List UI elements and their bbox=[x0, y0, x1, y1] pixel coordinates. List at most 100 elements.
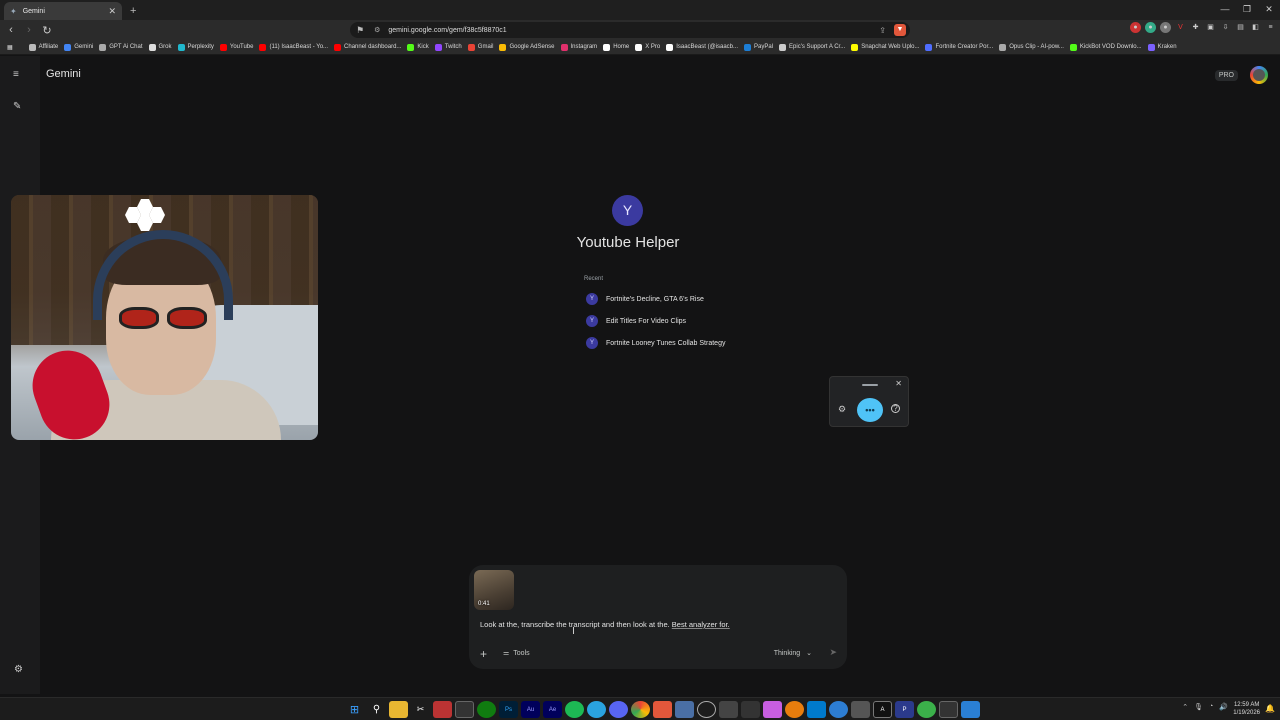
model-mode-dropdown[interactable]: Thinking ⌄ bbox=[774, 649, 812, 657]
bookmark-item[interactable]: (11) IsaacBeast - Yo... bbox=[256, 43, 331, 51]
bookmark-item[interactable]: Twitch bbox=[432, 43, 465, 51]
wallet-icon[interactable]: ▤ bbox=[1235, 22, 1246, 33]
bookmark-item[interactable]: Kraken bbox=[1145, 43, 1180, 51]
apps-icon[interactable]: ▦ bbox=[4, 44, 16, 51]
app-icon[interactable] bbox=[763, 701, 782, 718]
prompt-input[interactable]: Look at the, transcribe the transcript a… bbox=[480, 620, 730, 629]
bookmark-item[interactable]: Snapchat Web Uplo... bbox=[848, 43, 922, 51]
bookmark-item[interactable]: Gmail bbox=[465, 43, 497, 51]
photoshop-icon[interactable]: Ps bbox=[499, 701, 518, 718]
microphone-icon[interactable]: 🎙 bbox=[1194, 703, 1203, 711]
vpn-icon[interactable]: V bbox=[1175, 22, 1186, 33]
bookmark-item[interactable]: PayPal bbox=[741, 43, 776, 51]
app-icon[interactable] bbox=[719, 701, 738, 718]
reload-icon[interactable]: ↻ bbox=[40, 24, 54, 37]
video-attachment-thumbnail[interactable]: 0:41 bbox=[474, 570, 514, 610]
address-bar[interactable]: ⚑ ⚙ gemini.google.com/gem/f38c5f8870c1 ⇪… bbox=[350, 22, 910, 38]
bookmark-item[interactable]: Channel dashboard... bbox=[331, 43, 404, 51]
bookmark-item[interactable]: Fortnite Creator Por... bbox=[922, 43, 996, 51]
bookmark-item[interactable]: Perplexity bbox=[175, 43, 217, 51]
xbox-icon[interactable] bbox=[477, 701, 496, 718]
brave-shields-icon[interactable]: ▼ bbox=[894, 24, 906, 36]
app-icon[interactable] bbox=[851, 701, 870, 718]
bookmark-item[interactable]: Epic's Support A Cr... bbox=[776, 43, 848, 51]
app-brand[interactable]: Gemini bbox=[46, 68, 81, 80]
new-chat-icon[interactable]: ✎ bbox=[13, 101, 21, 112]
send-icon[interactable]: ➤ bbox=[829, 647, 837, 658]
file-explorer-icon[interactable] bbox=[389, 701, 408, 718]
brave-icon[interactable] bbox=[653, 701, 672, 718]
bookmark-item[interactable]: KickBot VOD Downlo... bbox=[1067, 43, 1145, 51]
spotify-icon[interactable] bbox=[565, 701, 584, 718]
close-icon[interactable]: ✕ bbox=[895, 379, 902, 388]
recent-chat-item[interactable]: Y Edit Titles For Video Clips bbox=[586, 315, 686, 327]
download-icon[interactable]: ⇩ bbox=[1220, 22, 1231, 33]
panel-icon[interactable]: ◧ bbox=[1250, 22, 1261, 33]
bookmark-item[interactable]: IsaacBeast (@isaacb... bbox=[663, 43, 741, 51]
app-icon[interactable] bbox=[961, 701, 980, 718]
bookmark-item[interactable]: Affiliate bbox=[26, 43, 62, 51]
bookmark-icon[interactable]: ⚑ bbox=[356, 25, 364, 36]
extension-icon[interactable]: ● bbox=[1145, 22, 1156, 33]
bookmark-item[interactable]: GPT Ai Chat bbox=[96, 43, 145, 51]
minimize-icon[interactable]: — bbox=[1214, 0, 1236, 18]
blender-icon[interactable] bbox=[785, 701, 804, 718]
help-icon[interactable]: ? bbox=[891, 404, 900, 413]
drag-handle[interactable] bbox=[862, 384, 878, 386]
voice-listening-button[interactable]: ••• bbox=[857, 398, 883, 422]
bookmark-item[interactable]: Kick bbox=[404, 43, 431, 51]
vscode-icon[interactable] bbox=[807, 701, 826, 718]
app-icon[interactable] bbox=[697, 701, 716, 718]
new-tab-icon[interactable]: + bbox=[130, 5, 136, 17]
system-clock[interactable]: 12:59 AM 1/19/2026 bbox=[1233, 701, 1260, 717]
recent-chat-item[interactable]: Y Fortnite Looney Tunes Collab Strategy bbox=[586, 337, 725, 349]
bookmark-item[interactable]: Opus Clip - AI-pow... bbox=[996, 43, 1067, 51]
chevron-up-icon[interactable]: ⌃ bbox=[1182, 703, 1188, 711]
discord-icon[interactable] bbox=[609, 701, 628, 718]
telegram-icon[interactable] bbox=[587, 701, 606, 718]
extension-icon[interactable]: ● bbox=[1160, 22, 1171, 33]
app-icon[interactable] bbox=[675, 701, 694, 718]
menu-icon[interactable]: ≡ bbox=[1265, 22, 1276, 33]
share-icon[interactable]: ⇪ bbox=[879, 26, 886, 35]
extension-icon[interactable]: ● bbox=[1130, 22, 1141, 33]
wifi-icon[interactable]: ◔ bbox=[1209, 703, 1213, 711]
bookmark-item[interactable]: Instagram bbox=[558, 43, 601, 51]
tools-button[interactable]: ⚌ Tools bbox=[503, 649, 530, 658]
browser-tab-gemini[interactable]: ✦ Gemini ✕ bbox=[4, 2, 122, 20]
bookmark-item[interactable]: Home bbox=[600, 43, 632, 51]
restore-icon[interactable]: ❐ bbox=[1236, 0, 1258, 18]
app-icon[interactable] bbox=[455, 701, 474, 718]
app-icon[interactable] bbox=[741, 701, 760, 718]
app-icon[interactable] bbox=[939, 701, 958, 718]
app-icon[interactable]: P bbox=[895, 701, 914, 718]
app-icon[interactable]: A bbox=[873, 701, 892, 718]
after-effects-icon[interactable]: Ae bbox=[543, 701, 562, 718]
sidebar-toggle-icon[interactable]: ▣ bbox=[1205, 22, 1216, 33]
forward-icon[interactable]: › bbox=[22, 24, 36, 36]
app-icon[interactable] bbox=[917, 701, 936, 718]
close-tab-icon[interactable]: ✕ bbox=[108, 6, 116, 17]
search-icon[interactable]: ⚲ bbox=[367, 701, 386, 718]
site-info-icon[interactable]: ⚙ bbox=[374, 26, 380, 34]
puzzle-icon[interactable]: ✚ bbox=[1190, 22, 1201, 33]
bookmark-item[interactable]: Grok bbox=[146, 43, 175, 51]
audition-icon[interactable]: Au bbox=[521, 701, 540, 718]
hamburger-menu-icon[interactable]: ≡ bbox=[13, 69, 19, 80]
app-icon[interactable] bbox=[829, 701, 848, 718]
windows-start-icon[interactable]: ⊞ bbox=[345, 701, 364, 718]
back-icon[interactable]: ‹ bbox=[4, 24, 18, 36]
account-avatar[interactable] bbox=[1250, 66, 1268, 84]
volume-icon[interactable]: 🔊 bbox=[1219, 703, 1228, 711]
notification-bell-icon[interactable]: 🔔 bbox=[1265, 704, 1275, 713]
settings-gear-icon[interactable]: ⚙ bbox=[14, 664, 23, 675]
chrome-icon[interactable] bbox=[631, 701, 650, 718]
gear-icon[interactable]: ⚙ bbox=[838, 404, 846, 415]
recent-chat-item[interactable]: Y Fortnite's Decline, GTA 6's Rise bbox=[586, 293, 704, 305]
capcut-icon[interactable]: ✂ bbox=[411, 701, 430, 718]
bookmark-item[interactable]: Google AdSense bbox=[496, 43, 557, 51]
close-window-icon[interactable]: ✕ bbox=[1258, 0, 1280, 18]
add-attachment-icon[interactable]: + bbox=[480, 647, 487, 661]
app-icon[interactable] bbox=[433, 701, 452, 718]
bookmark-item[interactable]: X Pro bbox=[632, 43, 663, 51]
